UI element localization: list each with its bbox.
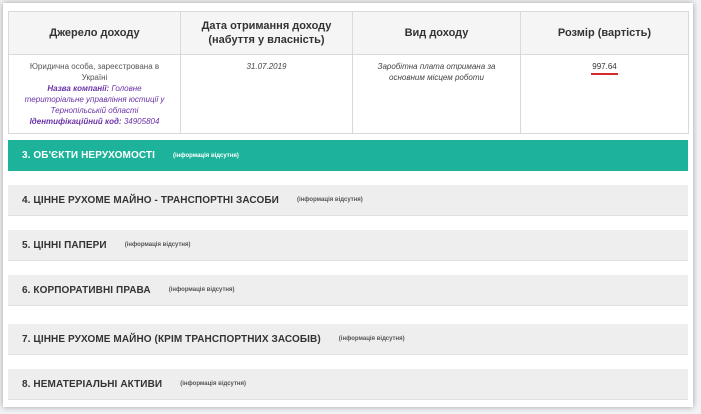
header-source: Джерело доходу bbox=[8, 11, 181, 55]
source-entity: Юридична особа, зареєстрована в Україні bbox=[29, 62, 160, 82]
section-note: (інформація відсутня) bbox=[168, 287, 235, 293]
section-title: 6. КОРПОРАТИВНІ ПРАВА bbox=[22, 284, 151, 296]
header-amount: Розмір (вартість) bbox=[520, 11, 689, 55]
section-note: (інформація відсутня) bbox=[180, 381, 247, 387]
table-row: Юридична особа, зареєстрована в Україні … bbox=[8, 54, 689, 134]
company-line: Назва компанії: Головне територіальне уп… bbox=[17, 83, 172, 116]
cell-kind: Заробітна плата отримана за основним міс… bbox=[352, 54, 521, 134]
section-note: (інформація відсутня) bbox=[338, 336, 405, 342]
income-table: Джерело доходу Дата отримання доходу (на… bbox=[8, 11, 689, 134]
code-value: 34905804 bbox=[123, 117, 160, 126]
amount-value: 997.64 bbox=[591, 61, 618, 75]
section-movable-property[interactable]: 7. ЦІННЕ РУХОМЕ МАЙНО (КРІМ ТРАНСПОРТНИХ… bbox=[8, 324, 688, 355]
income-table-header-row: Джерело доходу Дата отримання доходу (на… bbox=[8, 11, 689, 55]
section-intangible-assets[interactable]: 8. НЕМАТЕРІАЛЬНІ АКТИВИ (інформація відс… bbox=[8, 369, 688, 400]
section-title: 8. НЕМАТЕРІАЛЬНІ АКТИВИ bbox=[22, 378, 163, 390]
section-note: (інформація відсутня) bbox=[296, 197, 363, 203]
section-title: 7. ЦІННЕ РУХОМЕ МАЙНО (КРІМ ТРАНСПОРТНИХ… bbox=[22, 333, 321, 345]
section-vehicles[interactable]: 4. ЦІННЕ РУХОМЕ МАЙНО - ТРАНСПОРТНІ ЗАСО… bbox=[8, 185, 688, 216]
section-corporate-rights[interactable]: 6. КОРПОРАТИВНІ ПРАВА (інформація відсут… bbox=[8, 275, 688, 306]
header-date: Дата отримання доходу (набуття у власніс… bbox=[180, 11, 353, 55]
company-label: Назва компанії: bbox=[47, 84, 110, 93]
section-note: (інформація відсутня) bbox=[173, 152, 239, 159]
section-title: 5. ЦІННІ ПАПЕРИ bbox=[22, 239, 107, 251]
declaration-page: Джерело доходу Дата отримання доходу (на… bbox=[3, 3, 693, 407]
header-kind: Вид доходу bbox=[352, 11, 521, 55]
section-title: 4. ЦІННЕ РУХОМЕ МАЙНО - ТРАНСПОРТНІ ЗАСО… bbox=[22, 194, 279, 206]
cell-amount: 997.64 bbox=[520, 54, 689, 134]
section-title: 3. ОБ'ЄКТИ НЕРУХОМОСТІ bbox=[22, 150, 156, 161]
section-real-estate[interactable]: 3. ОБ'ЄКТИ НЕРУХОМОСТІ (інформація відсу… bbox=[8, 140, 688, 171]
section-securities[interactable]: 5. ЦІННІ ПАПЕРИ (інформація відсутня) bbox=[8, 230, 688, 261]
cell-source: Юридична особа, зареєстрована в Україні … bbox=[8, 54, 181, 134]
section-note: (інформація відсутня) bbox=[124, 242, 191, 248]
code-line: Ідентифікаційний код: 34905804 bbox=[17, 116, 172, 127]
cell-date: 31.07.2019 bbox=[180, 54, 353, 134]
code-label: Ідентифікаційний код: bbox=[29, 117, 122, 126]
